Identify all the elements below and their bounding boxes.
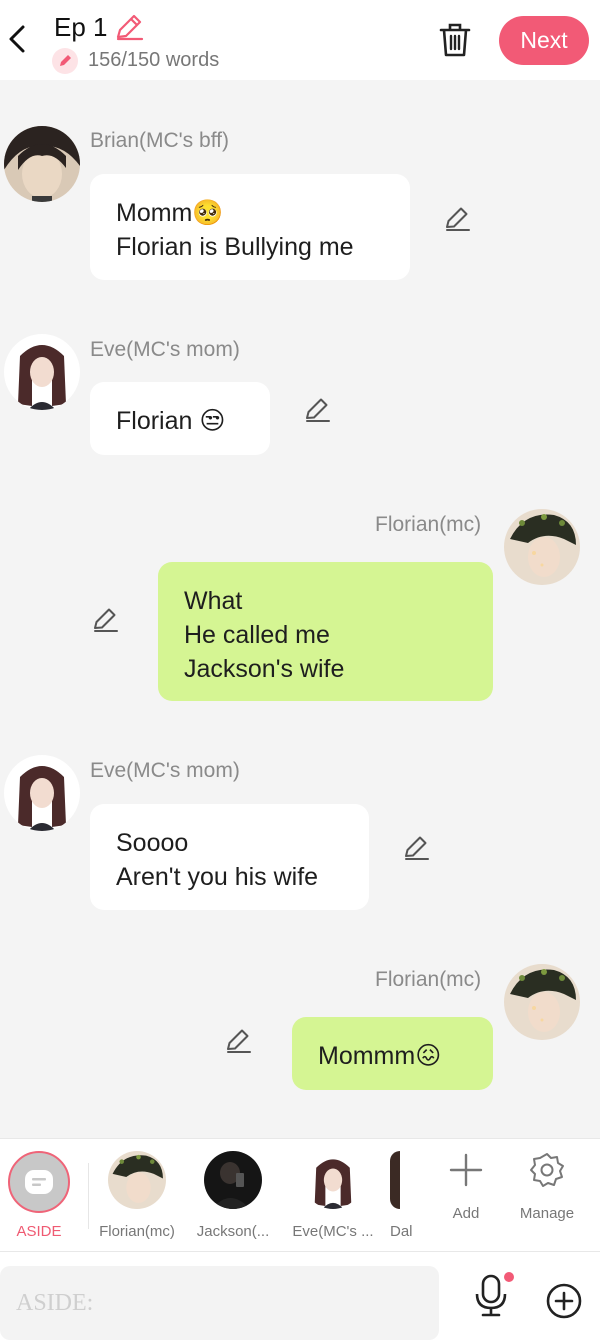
add-label: Add [452,1205,480,1222]
message-line: Momm🥺 [116,199,224,227]
character-dal[interactable]: Dal [390,1151,420,1240]
pencil-icon[interactable] [114,12,144,47]
chevron-left-icon [9,25,25,53]
message-bubble[interactable]: What He called me Jackson's wife [158,562,493,701]
manage-characters-button[interactable]: Manage [512,1151,582,1222]
avatar [204,1151,262,1209]
trash-icon[interactable] [438,22,472,63]
add-character-button[interactable]: Add [436,1151,496,1222]
avatar[interactable] [504,964,580,1040]
divider [88,1163,89,1229]
character-jackson[interactable]: Jackson(... [190,1151,276,1240]
edit-message-icon[interactable] [444,205,472,233]
message-bubble[interactable]: Florian 😒 [90,382,270,455]
speaker-name: Brian(MC's bff) [90,129,229,152]
manage-label: Manage [519,1205,575,1222]
character-eve[interactable]: Eve(MC's ... [290,1151,376,1240]
avatar [304,1151,362,1209]
gear-icon [518,1141,576,1199]
speaker-name: Eve(MC's mom) [90,338,240,361]
next-button[interactable]: Next [499,16,589,65]
speaker-name: Florian(mc) [375,968,482,991]
word-count-icon [52,48,78,74]
episode-title[interactable]: Ep 1 [54,12,108,43]
message-line: Soooo [116,829,189,857]
message-bubble[interactable]: Mommm😖 [292,1017,493,1090]
message-line: Jackson's wife [184,655,345,683]
character-selector: ASIDE Florian(mc) Jackson(... Eve(MC's .… [0,1138,600,1252]
character-label: ASIDE [16,1223,62,1240]
composer [0,1252,600,1344]
recording-dot [504,1272,514,1282]
avatar [390,1151,400,1209]
avatar[interactable] [4,755,80,831]
plus-icon [437,1141,495,1199]
avatar[interactable] [4,126,80,202]
character-label: Eve(MC's ... [292,1223,374,1240]
avatar[interactable] [504,509,580,585]
message-line: Mommm😖 [318,1042,442,1070]
character-label: Dal [390,1223,413,1240]
edit-message-icon[interactable] [92,606,120,634]
character-label: Jackson(... [196,1223,270,1240]
plus-circle-icon[interactable] [545,1282,583,1325]
back-button[interactable] [4,22,30,56]
message-line: What [184,587,243,615]
aside-input[interactable] [0,1266,439,1340]
message-bubble[interactable]: Momm🥺 Florian is Bullying me [90,174,410,280]
edit-message-icon[interactable] [304,396,332,424]
avatar[interactable] [4,334,80,410]
word-count: 156/150 words [88,49,220,71]
aside-icon [8,1151,70,1213]
avatar [108,1151,166,1209]
edit-message-icon[interactable] [403,834,431,862]
top-bar: Ep 1 156/150 words Next [0,0,600,80]
message-line: He called me [184,621,330,649]
aside-character[interactable]: ASIDE [8,1151,70,1240]
message-line: Florian 😒 [116,407,226,435]
message-line: Florian is Bullying me [116,233,354,261]
message-bubble[interactable]: Soooo Aren't you his wife [90,804,369,910]
character-florian[interactable]: Florian(mc) [94,1151,180,1240]
speaker-name: Florian(mc) [375,513,482,536]
character-label: Florian(mc) [99,1223,175,1240]
speaker-name: Eve(MC's mom) [90,759,240,782]
message-line: Aren't you his wife [116,863,319,891]
edit-message-icon[interactable] [225,1027,253,1055]
